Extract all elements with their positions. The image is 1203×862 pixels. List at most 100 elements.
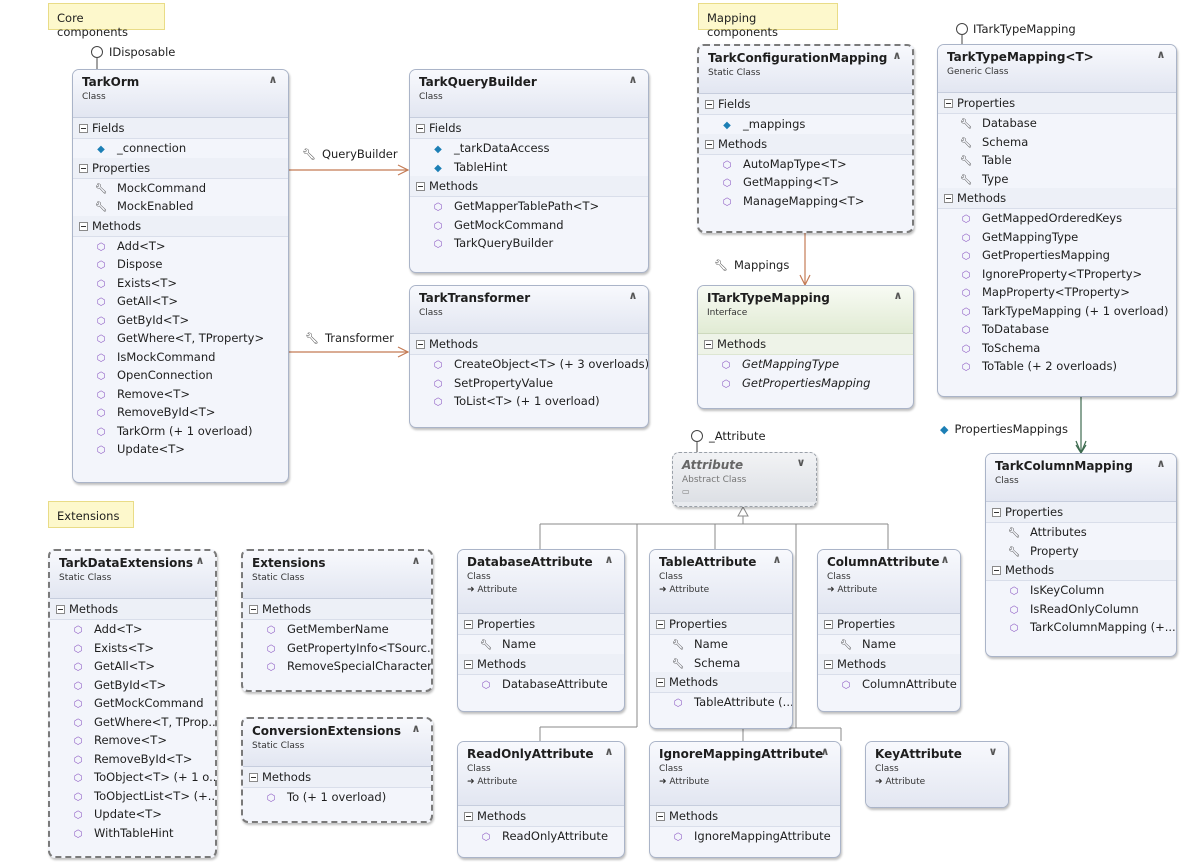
chevron-up-icon[interactable]: ∧ bbox=[891, 290, 905, 304]
class-ignoremappingattribute[interactable]: IgnoreMappingAttribute Class ➜ Attribute… bbox=[649, 741, 841, 858]
section-header[interactable]: Properties bbox=[650, 614, 792, 635]
collapse-section-icon[interactable] bbox=[249, 773, 258, 782]
chevron-up-icon[interactable]: ∧ bbox=[409, 555, 423, 569]
member-row[interactable]: ⬡ GetWhere<T, TProperty> bbox=[73, 329, 288, 348]
chevron-up-icon[interactable]: ∧ bbox=[626, 290, 640, 304]
collapse-section-icon[interactable] bbox=[79, 163, 88, 173]
member-row[interactable]: ⬡ Exists<T> bbox=[50, 639, 215, 658]
section-header[interactable]: Fields bbox=[73, 118, 288, 139]
member-row[interactable]: ⬡ Remove<T> bbox=[50, 731, 215, 750]
member-row[interactable]: ⬡ GetMappingType bbox=[938, 228, 1176, 247]
section-header[interactable]: Methods bbox=[938, 188, 1176, 209]
class-databaseattribute[interactable]: DatabaseAttribute Class ➜ Attribute ∧ Pr… bbox=[457, 549, 625, 712]
member-row[interactable]: ⬡ GetPropertyInfo<TSourc... bbox=[243, 639, 431, 658]
member-row[interactable]: ⬡ Update<T> bbox=[73, 440, 288, 459]
section-header[interactable]: Methods bbox=[50, 599, 215, 620]
member-row[interactable]: ⬡ ToObjectList<T> (+... bbox=[50, 787, 215, 806]
member-row[interactable]: ⬡ GetById<T> bbox=[73, 311, 288, 330]
collapse-section-icon[interactable] bbox=[992, 508, 1001, 517]
section-header[interactable]: Methods bbox=[73, 215, 288, 237]
member-row[interactable]: ⬡ TarkOrm (+ 1 overload) bbox=[73, 422, 288, 441]
collapse-section-icon[interactable] bbox=[705, 139, 714, 149]
collapse-section-icon[interactable] bbox=[992, 566, 1001, 575]
member-row[interactable]: ⬡ GetById<T> bbox=[50, 676, 215, 695]
member-row[interactable]: ⬡ ManageMapping<T> bbox=[699, 192, 912, 211]
member-row[interactable]: ⬡ TableAttribute (... bbox=[650, 693, 792, 712]
member-row[interactable]: ⬡ GetMapperTablePath<T> bbox=[410, 197, 648, 216]
collapse-section-icon[interactable] bbox=[416, 124, 425, 133]
section-header[interactable]: Methods bbox=[650, 672, 792, 693]
member-row[interactable]: ⬡ ColumnAttribute bbox=[818, 675, 960, 694]
chevron-up-icon[interactable]: ∧ bbox=[626, 74, 640, 88]
class-tarktypemapping[interactable]: TarkTypeMapping<T> Generic Class ∧ Prope… bbox=[937, 44, 1177, 397]
member-row[interactable]: ⬡ ToObject<T> (+ 1 o... bbox=[50, 768, 215, 787]
member-row[interactable]: ⬡ WithTableHint bbox=[50, 824, 215, 843]
collapse-section-icon[interactable] bbox=[824, 659, 833, 669]
collapse-section-icon[interactable] bbox=[249, 605, 258, 614]
member-row[interactable]: ⬡ SetPropertyValue bbox=[410, 374, 648, 393]
section-header[interactable]: Properties bbox=[986, 502, 1176, 523]
section-header[interactable]: Methods bbox=[458, 653, 624, 675]
member-row[interactable]: ⬡ GetAll<T> bbox=[73, 292, 288, 311]
class-keyattribute[interactable]: KeyAttribute Class ➜ Attribute ∨ bbox=[865, 741, 1009, 808]
member-row[interactable]: ⬡ ToSchema bbox=[938, 339, 1176, 358]
member-row[interactable]: ⬡ Dispose bbox=[73, 255, 288, 274]
member-row[interactable]: 🔧︎ Schema bbox=[650, 654, 792, 673]
member-row[interactable]: ◆ TableHint bbox=[410, 158, 648, 177]
collapse-section-icon[interactable] bbox=[464, 812, 473, 821]
member-row[interactable]: 🔧︎ Database bbox=[938, 114, 1176, 133]
member-row[interactable]: ⬡ DatabaseAttribute bbox=[458, 675, 624, 694]
class-tarkconfigurationmapping[interactable]: TarkConfigurationMapping Static Class ∧ … bbox=[697, 44, 914, 233]
class-attribute[interactable]: Attribute Abstract Class ▭ ∨ bbox=[672, 452, 817, 507]
section-header[interactable]: Methods bbox=[410, 176, 648, 197]
section-header[interactable]: Properties bbox=[458, 614, 624, 635]
member-row[interactable]: ⬡ RemoveById<T> bbox=[73, 403, 288, 422]
member-row[interactable]: ⬡ TarkQueryBuilder bbox=[410, 234, 648, 253]
member-row[interactable]: ⬡ Remove<T> bbox=[73, 385, 288, 404]
section-header[interactable]: Methods bbox=[698, 334, 913, 355]
chevron-up-icon[interactable]: ∧ bbox=[266, 74, 280, 88]
member-row[interactable]: ⬡ Add<T> bbox=[50, 620, 215, 639]
collapse-section-icon[interactable] bbox=[464, 659, 473, 669]
class-extensions[interactable]: Extensions Static Class ∧ Methods ⬡ GetMe… bbox=[241, 549, 433, 692]
member-row[interactable]: 🔧︎ Name bbox=[818, 635, 960, 654]
section-header[interactable]: Properties bbox=[938, 93, 1176, 114]
member-row[interactable]: ⬡ MapProperty<TProperty> bbox=[938, 283, 1176, 302]
member-row[interactable]: ⬡ RemoveSpecialCharacters bbox=[243, 657, 431, 676]
member-row[interactable]: ⬡ IsReadOnlyColumn bbox=[986, 600, 1176, 619]
section-header[interactable]: Methods bbox=[243, 599, 431, 620]
class-tarkdataextensions[interactable]: TarkDataExtensions Static Class ∧ Method… bbox=[48, 549, 217, 858]
chevron-up-icon[interactable]: ∧ bbox=[938, 554, 952, 568]
collapse-section-icon[interactable] bbox=[944, 194, 953, 203]
member-row[interactable]: ⬡ GetMappedOrderedKeys bbox=[938, 209, 1176, 228]
class-readonlyattribute[interactable]: ReadOnlyAttribute Class ➜ Attribute ∧ Me… bbox=[457, 741, 625, 858]
member-row[interactable]: ⬡ IgnoreMappingAttribute bbox=[650, 827, 840, 846]
collapse-section-icon[interactable] bbox=[824, 620, 833, 629]
chevron-up-icon[interactable]: ∧ bbox=[602, 554, 616, 568]
member-row[interactable]: ⬡ GetMemberName bbox=[243, 620, 431, 639]
member-row[interactable]: ◆ _connection bbox=[73, 139, 288, 158]
section-header[interactable]: Fields bbox=[410, 118, 648, 139]
chevron-down-icon[interactable]: ∨ bbox=[986, 746, 1000, 760]
member-row[interactable]: ⬡ CreateObject<T> (+ 3 overloads) bbox=[410, 355, 648, 374]
member-row[interactable]: ⬡ ToTable (+ 2 overloads) bbox=[938, 357, 1176, 376]
member-row[interactable]: ⬡ IgnoreProperty<TProperty> bbox=[938, 265, 1176, 284]
member-row[interactable]: 🔧︎ Property bbox=[986, 542, 1176, 561]
class-columnattribute[interactable]: ColumnAttribute Class ➜ Attribute ∧ Prop… bbox=[817, 549, 961, 712]
collapse-section-icon[interactable] bbox=[944, 99, 953, 108]
section-header[interactable]: Methods bbox=[818, 653, 960, 675]
member-row[interactable]: 🔧︎ Schema bbox=[938, 133, 1176, 152]
class-tarkorm[interactable]: TarkOrm Class ∧ Fields ◆ _connection Prop… bbox=[72, 69, 289, 483]
chevron-up-icon[interactable]: ∧ bbox=[890, 50, 904, 64]
member-row[interactable]: 🔧︎ Name bbox=[458, 635, 624, 654]
member-row[interactable]: 🔧︎ Type bbox=[938, 170, 1176, 189]
section-header[interactable]: Methods bbox=[243, 767, 431, 788]
chevron-up-icon[interactable]: ∧ bbox=[602, 746, 616, 760]
member-row[interactable]: 🔧︎ Name bbox=[650, 635, 792, 654]
chevron-up-icon[interactable]: ∧ bbox=[1154, 49, 1168, 63]
chevron-up-icon[interactable]: ∧ bbox=[409, 723, 423, 737]
section-header[interactable]: Fields bbox=[699, 94, 912, 115]
collapse-section-icon[interactable] bbox=[656, 678, 665, 687]
chevron-up-icon[interactable]: ∧ bbox=[193, 555, 207, 569]
member-row[interactable]: ⬡ TarkTypeMapping (+ 1 overload) bbox=[938, 302, 1176, 321]
